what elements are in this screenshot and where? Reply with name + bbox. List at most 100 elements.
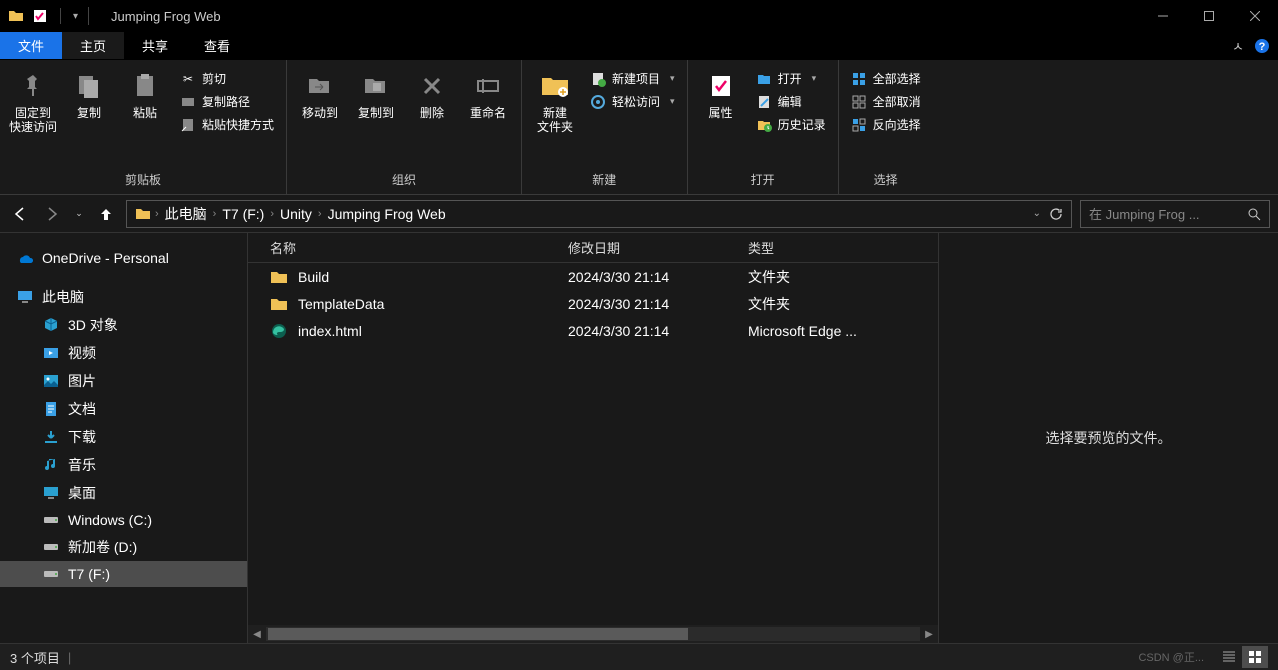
address-dropdown-icon[interactable]: ⌄ [1033,208,1041,219]
sidebar-item[interactable]: 下载 [0,423,247,451]
rename-button[interactable]: 重命名 [463,64,513,120]
sidebar-item[interactable]: 文档 [0,395,247,423]
maximize-button[interactable] [1186,0,1232,32]
sidebar-item[interactable]: 视频 [0,339,247,367]
properties-button[interactable]: 属性 [696,64,746,120]
history-button[interactable]: 历史记录 [752,114,830,135]
sidebar-thispc[interactable]: 此电脑 [0,283,247,311]
new-folder-button[interactable]: 新建 文件夹 [530,64,580,135]
help-icon[interactable]: ? [1254,38,1270,54]
file-row[interactable]: index.html2024/3/30 21:14Microsoft Edge … [248,317,938,344]
ribbon-group-clipboard: 固定到 快速访问 复制 粘贴 ✂剪切 复制路径 粘贴快捷方式 剪贴板 [0,60,287,194]
rename-icon [472,70,504,102]
sidebar-item[interactable]: 新加卷 (D:) [0,533,247,561]
crumb-drive[interactable]: T7 (F:) [216,206,270,222]
column-type[interactable]: 类型 [748,238,923,257]
copy-to-button[interactable]: 复制到 [351,64,401,120]
onedrive-icon [16,249,34,267]
sidebar-item[interactable]: Windows (C:) [0,507,247,533]
pictures-icon [42,372,60,390]
file-list-pane: 名称 修改日期 类型 Build2024/3/30 21:14文件夹Templa… [248,233,938,643]
file-list[interactable]: Build2024/3/30 21:14文件夹TemplateData2024/… [248,263,938,625]
crumb-unity[interactable]: Unity [274,206,318,222]
close-button[interactable] [1232,0,1278,32]
tab-view[interactable]: 查看 [186,32,248,59]
sidebar-item[interactable]: 桌面 [0,479,247,507]
sidebar-item[interactable]: 3D 对象 [0,311,247,339]
scroll-left-icon[interactable]: ◀ [248,629,266,640]
cut-icon: ✂ [180,71,196,87]
documents-icon [42,400,60,418]
scroll-thumb[interactable] [268,628,688,640]
refresh-icon[interactable] [1049,207,1063,221]
forward-button[interactable] [40,202,64,226]
delete-button[interactable]: 删除 [407,64,457,120]
ribbon-group-select: 全部选择 全部取消 反向选择 选择 [839,60,933,194]
sidebar-item[interactable]: T7 (F:) [0,561,247,587]
move-to-icon [304,70,336,102]
ribbon-group-open: 属性 打开 编辑 历史记录 打开 [688,60,839,194]
search-input[interactable]: 在 Jumping Frog ... [1080,200,1270,228]
drive-icon [42,511,60,529]
sidebar-onedrive[interactable]: OneDrive - Personal [0,245,247,271]
horizontal-scrollbar[interactable]: ◀ ▶ [248,625,938,643]
status-bar: 3 个项目 | CSDN @正... [0,643,1278,670]
properties-icon [705,70,737,102]
view-large-button[interactable] [1242,646,1268,668]
copy-path-icon [180,94,196,110]
select-none-button[interactable]: 全部取消 [847,91,925,112]
search-icon [1247,207,1261,221]
easy-access-button[interactable]: 轻松访问 [586,91,679,112]
address-bar[interactable]: › 此电脑› T7 (F:)› Unity› Jumping Frog Web … [126,200,1072,228]
titlebar: ▾ Jumping Frog Web [0,0,1278,32]
tab-home[interactable]: 主页 [62,32,124,59]
tab-file[interactable]: 文件 [0,32,62,59]
paste-icon [129,70,161,102]
paste-shortcut-button[interactable]: 粘贴快捷方式 [176,114,278,135]
status-item-count: 3 个项目 [10,648,60,667]
delete-icon [416,70,448,102]
column-modified[interactable]: 修改日期 [568,238,748,257]
new-item-button[interactable]: 新建项目 [586,68,679,89]
qat-separator [60,8,61,24]
ribbon-group-new: 新建 文件夹 新建项目 轻松访问 新建 [522,60,688,194]
edit-icon [756,94,772,110]
invert-selection-icon [851,117,867,133]
3d-icon [42,316,60,334]
minimize-button[interactable] [1140,0,1186,32]
cut-button[interactable]: ✂剪切 [176,68,278,89]
scroll-right-icon[interactable]: ▶ [920,629,938,640]
recent-dropdown[interactable]: ⌄ [72,202,86,226]
select-all-button[interactable]: 全部选择 [847,68,925,89]
back-button[interactable] [8,202,32,226]
edit-button[interactable]: 编辑 [752,91,830,112]
list-header: 名称 修改日期 类型 [248,233,938,263]
folder-icon [8,8,24,24]
edge-icon [270,322,288,340]
paste-shortcut-icon [180,117,196,133]
invert-selection-button[interactable]: 反向选择 [847,114,925,135]
pin-to-quickaccess-button[interactable]: 固定到 快速访问 [8,64,58,135]
up-button[interactable] [94,202,118,226]
tab-share[interactable]: 共享 [124,32,186,59]
column-name[interactable]: 名称 [248,238,568,257]
qat-dropdown-icon[interactable]: ▾ [73,11,78,22]
ribbon: 固定到 快速访问 复制 粘贴 ✂剪切 复制路径 粘贴快捷方式 剪贴板 移动到 [0,60,1278,195]
preview-prompt: 选择要预览的文件。 [1046,428,1172,448]
open-button[interactable]: 打开 [752,68,830,89]
file-row[interactable]: Build2024/3/30 21:14文件夹 [248,263,938,290]
paste-button[interactable]: 粘贴 [120,64,170,120]
move-to-button[interactable]: 移动到 [295,64,345,120]
copy-path-button[interactable]: 复制路径 [176,91,278,112]
qat-properties-icon[interactable] [32,8,48,24]
crumb-thispc[interactable]: 此电脑 [159,204,213,224]
sidebar-item[interactable]: 图片 [0,367,247,395]
ribbon-collapse-icon[interactable]: ㅅ [1232,36,1244,55]
address-folder-icon [131,206,155,222]
file-row[interactable]: TemplateData2024/3/30 21:14文件夹 [248,290,938,317]
crumb-current[interactable]: Jumping Frog Web [322,206,452,222]
view-details-button[interactable] [1216,646,1242,668]
copy-button[interactable]: 复制 [64,64,114,120]
sidebar-item[interactable]: 音乐 [0,451,247,479]
select-none-icon [851,94,867,110]
